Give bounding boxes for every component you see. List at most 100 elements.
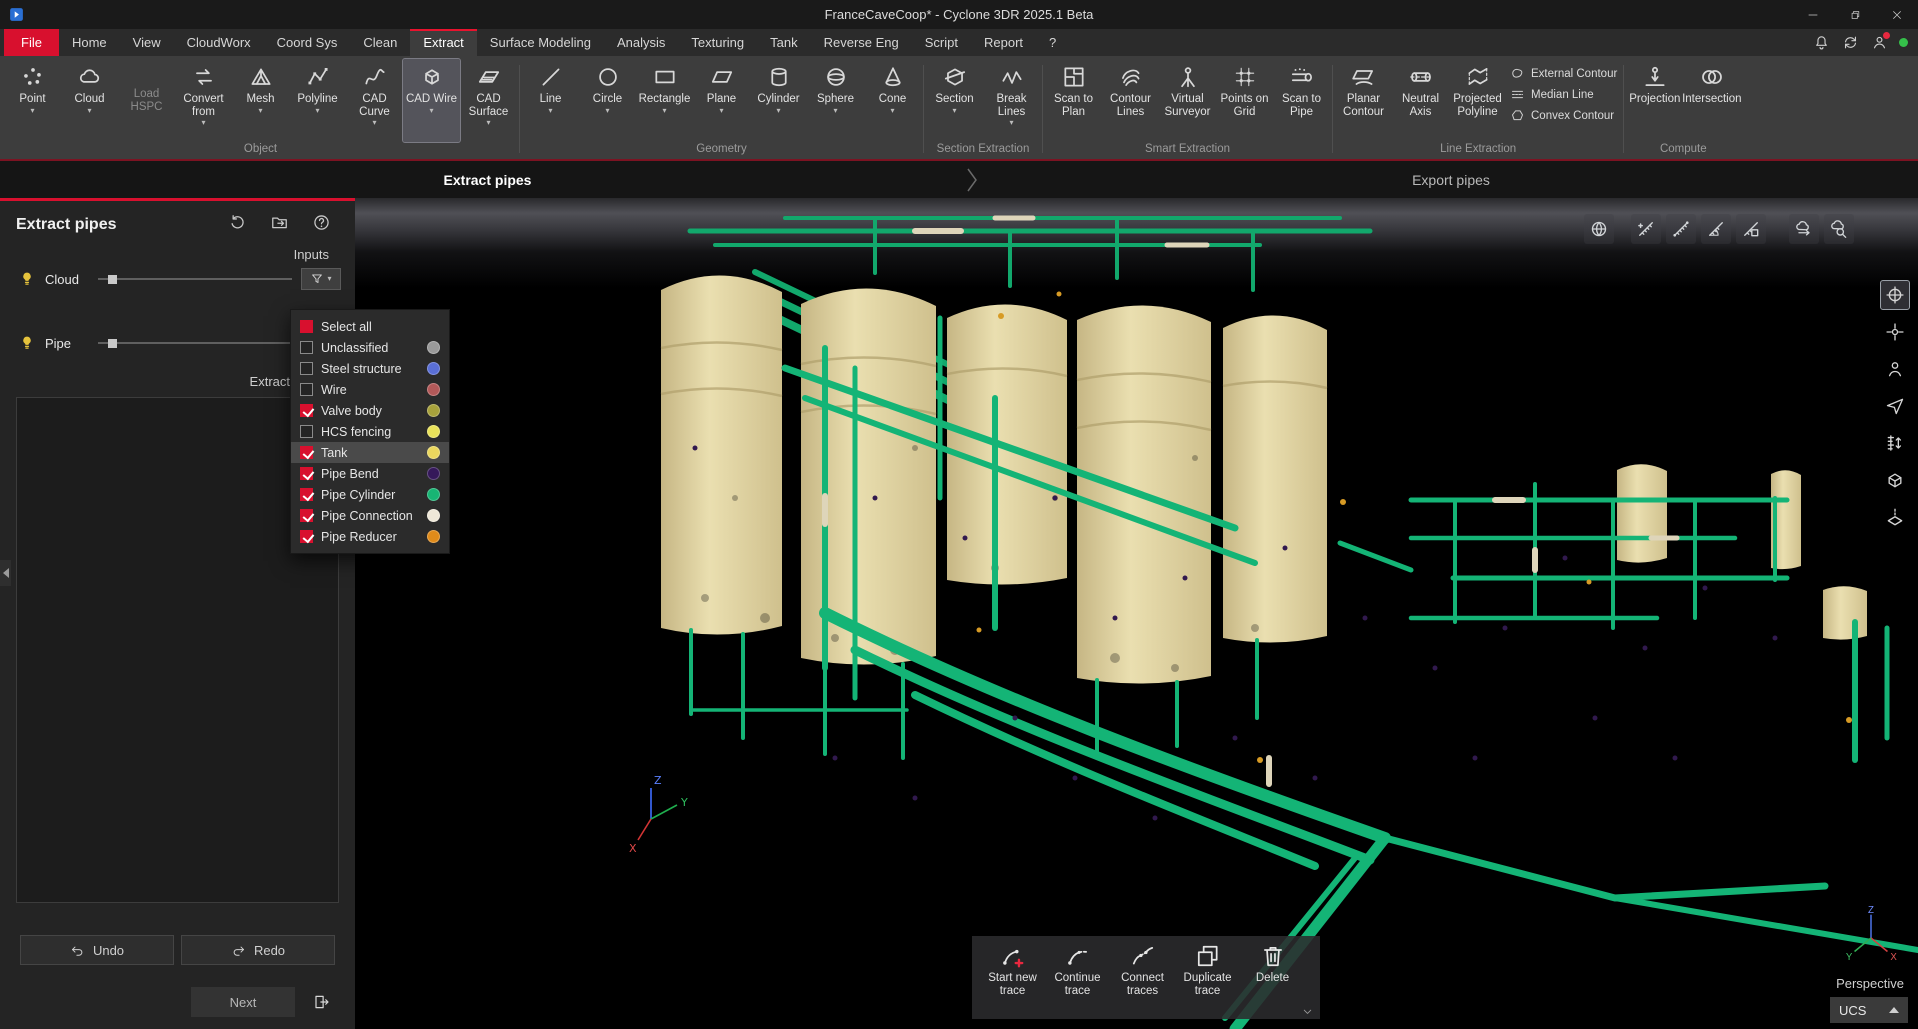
ribbon-button-cone[interactable]: Cone▾ [864, 59, 921, 142]
measure-height-button[interactable] [1880, 428, 1910, 458]
ribbon-button-scan-to-plan[interactable]: Scan to Plan [1045, 59, 1102, 142]
filter-item-select-all[interactable]: Select all [291, 316, 449, 337]
filter-item-valve-body[interactable]: Valve body [291, 400, 449, 421]
menu-tab-analysis[interactable]: Analysis [604, 29, 678, 56]
user-account-button[interactable] [1870, 34, 1888, 52]
connect-traces-button[interactable]: Connect traces [1110, 943, 1175, 997]
checkbox[interactable] [300, 341, 313, 354]
menu-tab-tank[interactable]: Tank [757, 29, 810, 56]
menu-tab-file[interactable]: File [4, 29, 59, 56]
cloud-inspect-button[interactable] [1824, 214, 1854, 244]
ribbon-button-cad-wire[interactable]: CAD Wire▾ [403, 59, 460, 142]
menu-tab-texturing[interactable]: Texturing [678, 29, 757, 56]
ribbon-button-points-on-grid[interactable]: Points on Grid [1216, 59, 1273, 142]
ribbon-button-planar-contour[interactable]: Planar Contour [1335, 59, 1392, 142]
menu-tab-reverse-eng[interactable]: Reverse Eng [811, 29, 912, 56]
help-button[interactable] [312, 213, 331, 237]
viewport-3d[interactable]: Z Y X Start new traceContinue traceConne… [355, 198, 1918, 1029]
measure-distance-button[interactable] [1666, 214, 1696, 244]
ribbon-button-line[interactable]: Line▾ [522, 59, 579, 142]
ribbon-button-contour-lines[interactable]: Contour Lines [1102, 59, 1159, 142]
ribbon-button-projected-polyline[interactable]: Projected Polyline [1449, 59, 1506, 142]
checkbox[interactable] [300, 467, 313, 480]
ucs-selector-button[interactable]: UCS [1830, 997, 1908, 1023]
center-view-button[interactable] [1880, 317, 1910, 347]
menu-tab-surface-modeling[interactable]: Surface Modeling [477, 29, 604, 56]
maximize-button[interactable] [1834, 0, 1876, 29]
notifications-bell-button[interactable] [1812, 34, 1830, 52]
orbit-tool-button[interactable] [1880, 280, 1910, 310]
slider-handle[interactable] [108, 339, 117, 348]
menu-tab-view[interactable]: View [120, 29, 174, 56]
ribbon-button-cloud[interactable]: Cloud▾ [61, 59, 118, 142]
checkbox[interactable] [300, 383, 313, 396]
menu-tab-coord-sys[interactable]: Coord Sys [264, 29, 351, 56]
sync-button[interactable] [1841, 34, 1859, 52]
next-button[interactable]: Next [191, 987, 295, 1017]
pipe-opacity-slider[interactable] [98, 336, 292, 350]
slider-handle[interactable] [108, 275, 117, 284]
measure-angle-button[interactable] [1701, 214, 1731, 244]
close-button[interactable] [1876, 0, 1918, 29]
reference-sphere-button[interactable] [1584, 214, 1614, 244]
start-new-trace-button[interactable]: Start new trace [980, 943, 1045, 997]
filter-item-hcs-fencing[interactable]: HCS fencing [291, 421, 449, 442]
filter-item-tank[interactable]: Tank [291, 442, 449, 463]
ribbon-button-projection[interactable]: Projection [1626, 59, 1683, 142]
cloud-compare-button[interactable] [1789, 214, 1819, 244]
checkbox[interactable] [300, 404, 313, 417]
ribbon-button-break-lines[interactable]: Break Lines▾ [983, 59, 1040, 142]
reset-parameters-button[interactable] [228, 213, 247, 237]
undo-button[interactable]: Undo [20, 935, 174, 965]
minimize-button[interactable] [1792, 0, 1834, 29]
checkbox[interactable] [300, 320, 313, 333]
checkbox[interactable] [300, 362, 313, 375]
ribbon-button-circle[interactable]: Circle▾ [579, 59, 636, 142]
ribbon-button-external-contour[interactable]: External Contour [1510, 66, 1617, 81]
ribbon-button-rectangle[interactable]: Rectangle▾ [636, 59, 693, 142]
ribbon-button-virtual-surveyor[interactable]: Virtual Surveyor [1159, 59, 1216, 142]
ribbon-button-neutral-axis[interactable]: Neutral Axis [1392, 59, 1449, 142]
visibility-bulb-icon[interactable] [18, 270, 36, 288]
ribbon-button-sphere[interactable]: Sphere▾ [807, 59, 864, 142]
ribbon-button-plane[interactable]: Plane▾ [693, 59, 750, 142]
redo-button[interactable]: Redo [181, 935, 335, 965]
point-cloud-scene[interactable]: Z Y X [355, 198, 1918, 1029]
ribbon-button-median-line[interactable]: Median Line [1510, 87, 1617, 102]
duplicate-trace-button[interactable]: Duplicate trace [1175, 943, 1240, 997]
menu-tab-help[interactable]: ? [1036, 29, 1069, 56]
ribbon-button-load-hspc[interactable]: Load HSPC [118, 59, 175, 142]
cloud-opacity-slider[interactable] [98, 272, 292, 286]
user-view-button[interactable] [1880, 354, 1910, 384]
ribbon-button-scan-to-pipe[interactable]: Scan to Pipe [1273, 59, 1330, 142]
ribbon-button-convert-from[interactable]: Convert from▾ [175, 59, 232, 142]
menu-tab-script[interactable]: Script [912, 29, 971, 56]
checkbox[interactable] [300, 509, 313, 522]
ribbon-button-cad-curve[interactable]: CAD Curve▾ [346, 59, 403, 142]
filter-item-pipe-reducer[interactable]: Pipe Reducer [291, 526, 449, 547]
fly-navigation-button[interactable] [1880, 391, 1910, 421]
section-view-button[interactable] [1880, 502, 1910, 532]
checkbox[interactable] [300, 530, 313, 543]
panel-collapse-handle[interactable] [0, 560, 11, 586]
menu-tab-extract[interactable]: Extract [410, 29, 476, 56]
measure-area-button[interactable] [1736, 214, 1766, 244]
ribbon-button-polyline[interactable]: Polyline▾ [289, 59, 346, 142]
menu-tab-home[interactable]: Home [59, 29, 120, 56]
menu-tab-report[interactable]: Report [971, 29, 1036, 56]
checkbox[interactable] [300, 425, 313, 438]
ribbon-button-mesh[interactable]: Mesh▾ [232, 59, 289, 142]
ribbon-button-point[interactable]: Point▾ [4, 59, 61, 142]
bounding-box-button[interactable] [1880, 465, 1910, 495]
filter-item-unclassified[interactable]: Unclassified [291, 337, 449, 358]
delete-button[interactable]: Delete [1240, 943, 1305, 985]
checkbox[interactable] [300, 446, 313, 459]
filter-item-pipe-cylinder[interactable]: Pipe Cylinder [291, 484, 449, 505]
filter-item-wire[interactable]: Wire [291, 379, 449, 400]
filter-item-pipe-connection[interactable]: Pipe Connection [291, 505, 449, 526]
workflow-step-next[interactable]: Export pipes [1190, 161, 1712, 198]
send-to-export-button[interactable] [305, 987, 339, 1017]
filter-item-pipe-bend[interactable]: Pipe Bend [291, 463, 449, 484]
measure-point-button[interactable] [1631, 214, 1661, 244]
ribbon-button-cylinder[interactable]: Cylinder▾ [750, 59, 807, 142]
